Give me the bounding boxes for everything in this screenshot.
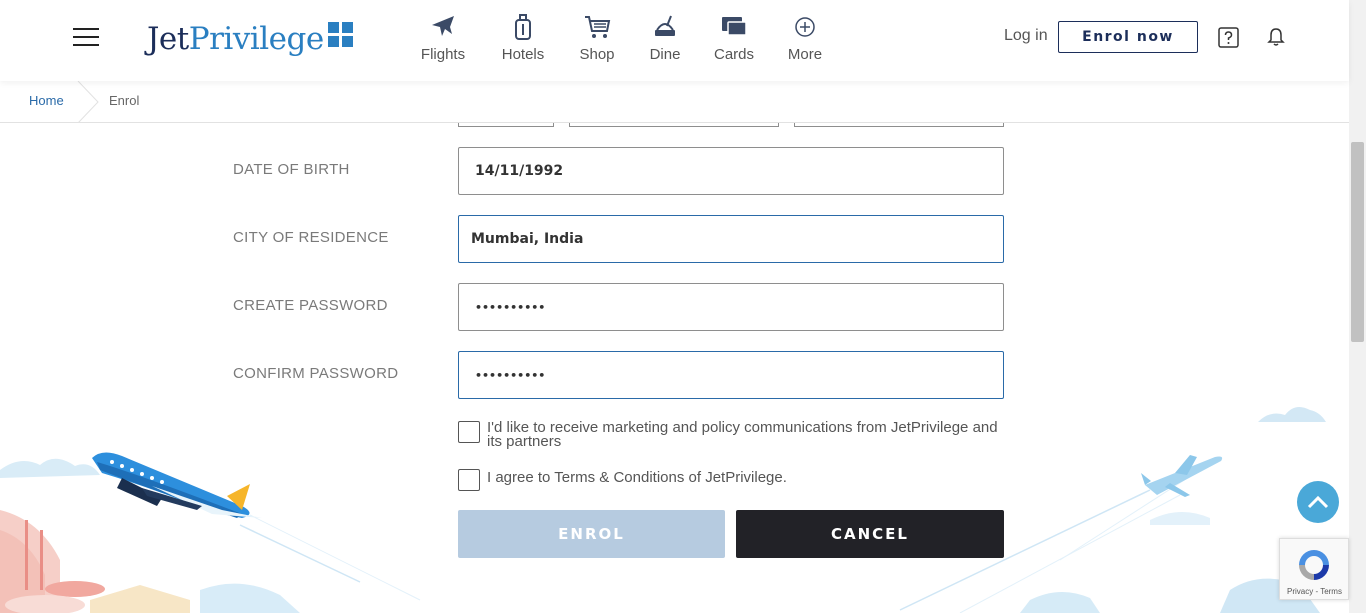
airplane-icon: [408, 12, 478, 42]
confirm-password-input[interactable]: [458, 351, 1004, 399]
nav-label: Cards: [713, 46, 754, 63]
dob-input[interactable]: [458, 147, 1004, 195]
nav-dine[interactable]: Dine: [630, 12, 700, 63]
city-label: CITY OF RESIDENCE: [233, 229, 389, 246]
logo-cross-icon: [327, 21, 353, 47]
marketing-consent-checkbox[interactable]: [458, 421, 480, 443]
confirm-password-label: CONFIRM PASSWORD: [233, 365, 399, 382]
create-password-label: CREATE PASSWORD: [233, 297, 388, 314]
recaptcha-links[interactable]: Privacy - Terms: [1287, 587, 1342, 596]
luggage-icon: [488, 12, 558, 42]
dob-label: DATE OF BIRTH: [233, 161, 350, 178]
logo-text-privilege: Privilege: [188, 21, 324, 57]
terms-suffix: of JetPrivilege.: [684, 469, 787, 486]
nav-label: Flights: [420, 46, 466, 63]
nav-label: Hotels: [501, 46, 545, 63]
nav-flights[interactable]: Flights: [408, 12, 478, 63]
terms-link[interactable]: Terms & Conditions: [554, 469, 684, 486]
nav-label: More: [787, 46, 823, 63]
chevron-up-icon: [1307, 495, 1329, 509]
shopping-cart-icon: [562, 12, 632, 42]
help-icon[interactable]: [1218, 27, 1239, 52]
plus-circle-icon: [770, 12, 840, 42]
city-input[interactable]: [458, 215, 1004, 263]
breadcrumb-home-link[interactable]: Home: [29, 93, 64, 108]
scrollbar-thumb[interactable]: [1351, 142, 1364, 342]
page-scrollbar[interactable]: [1349, 0, 1366, 613]
enrol-now-button[interactable]: Enrol now: [1058, 21, 1198, 53]
jetprivilege-logo[interactable]: Jet Privilege: [147, 18, 353, 60]
recaptcha-badge[interactable]: Privacy - Terms: [1279, 538, 1349, 600]
logo-text-jet: Jet: [147, 21, 189, 57]
dining-icon: [630, 12, 700, 42]
terms-text: I agree to Terms & Conditions of JetPriv…: [487, 469, 1007, 487]
card-icon: [699, 12, 769, 42]
breadcrumb-current: Enrol: [109, 93, 140, 108]
nav-shop[interactable]: Shop: [562, 12, 632, 63]
back-to-top-button[interactable]: [1297, 481, 1339, 523]
create-password-input[interactable]: [458, 283, 1004, 331]
breadcrumb: Home Enrol: [0, 81, 1349, 123]
terms-row: I agree to Terms & Conditions of JetPriv…: [458, 469, 1007, 491]
marketing-consent-row: I'd like to receive marketing and policy…: [458, 419, 1007, 450]
terms-prefix: I agree to: [487, 469, 555, 486]
login-link[interactable]: Log in: [1004, 27, 1048, 45]
nav-cards[interactable]: Cards: [699, 12, 769, 63]
enrol-submit-button[interactable]: ENROL: [458, 510, 725, 558]
nav-more[interactable]: More: [770, 12, 840, 63]
recaptcha-icon: [1299, 550, 1329, 580]
terms-checkbox[interactable]: [458, 469, 480, 491]
nav-hotels[interactable]: Hotels: [488, 12, 558, 63]
cancel-button[interactable]: CANCEL: [736, 510, 1004, 558]
site-header: Jet Privilege Flights Hotels Shop Dine C…: [0, 0, 1349, 81]
marketing-consent-text: I'd like to receive marketing and policy…: [487, 419, 998, 450]
notification-bell-icon[interactable]: [1267, 27, 1285, 51]
nav-label: Dine: [649, 46, 681, 63]
breadcrumb-separator-icon: [77, 81, 99, 123]
menu-hamburger-icon[interactable]: [73, 28, 99, 46]
nav-label: Shop: [579, 46, 615, 63]
